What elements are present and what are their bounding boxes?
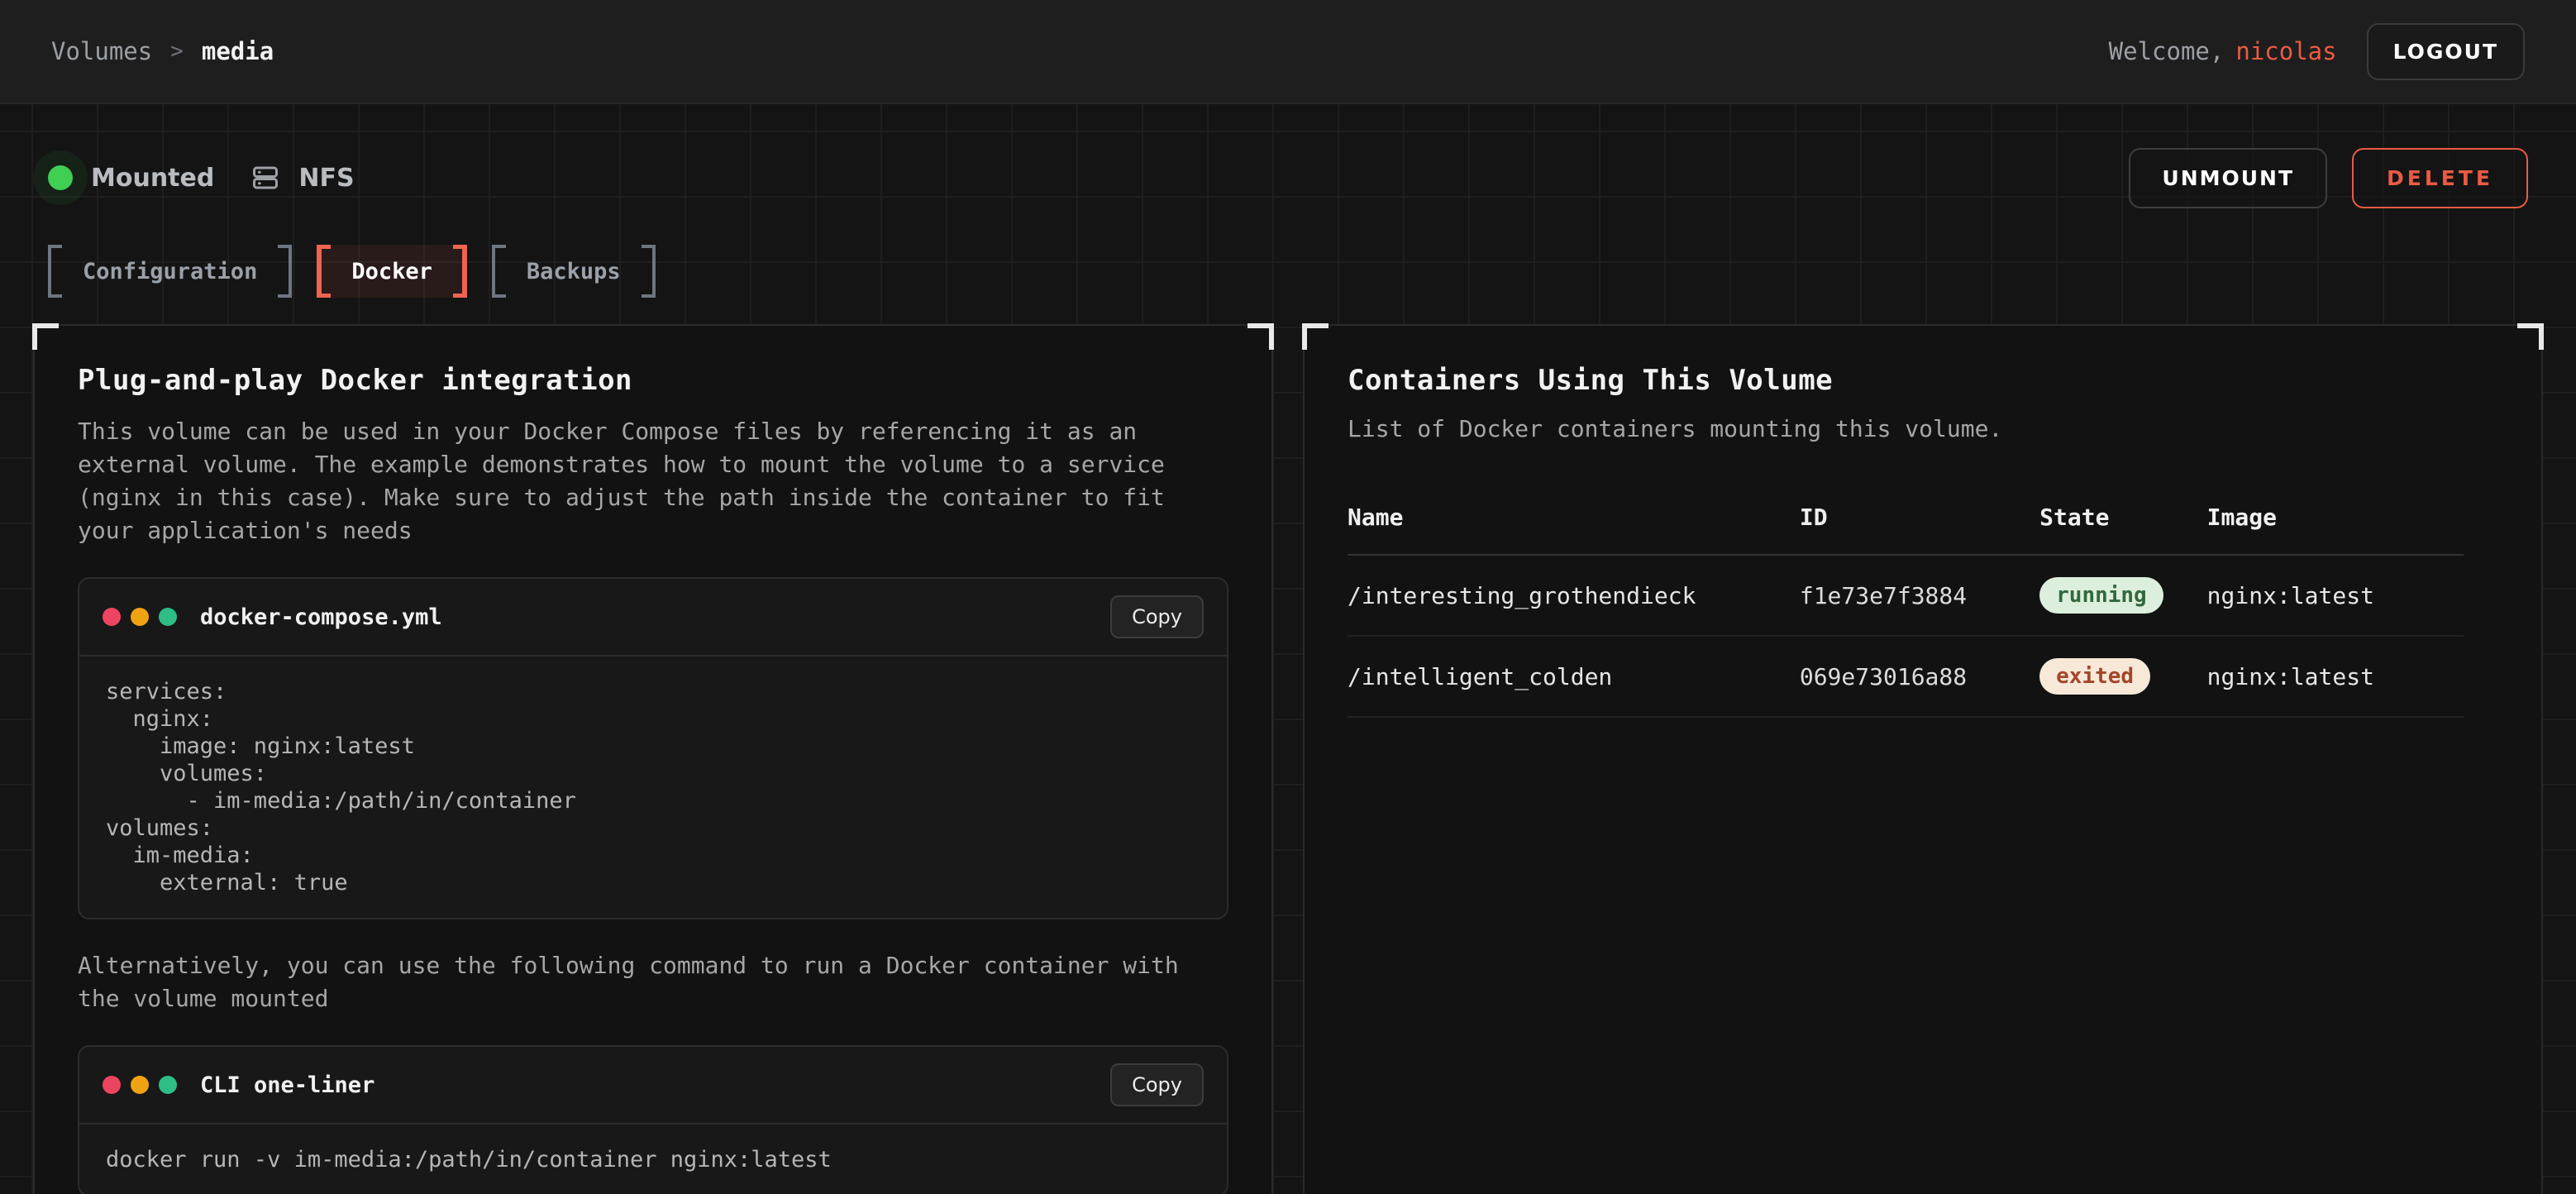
- bracket-left-icon: [317, 245, 331, 298]
- tab-docker-label: Docker: [351, 259, 432, 284]
- col-header-state: State: [2039, 504, 2207, 531]
- col-header-name: Name: [1348, 504, 1800, 531]
- delete-button[interactable]: DELETE: [2352, 148, 2528, 208]
- corner-bracket-icon: [2517, 323, 2544, 350]
- cli-title: CLI one-liner: [200, 1072, 1110, 1098]
- container-image: nginx:latest: [2207, 582, 2464, 609]
- bracket-left-icon: [492, 245, 506, 298]
- table-header-row: Name ID State Image: [1348, 490, 2464, 556]
- containers-table: Name ID State Image /interesting_grothen…: [1348, 490, 2464, 718]
- tab-configuration[interactable]: Configuration: [48, 245, 292, 298]
- mounted-status-label: Mounted: [91, 164, 214, 193]
- container-name: /intelligent_colden: [1348, 663, 1800, 690]
- logout-button[interactable]: LOGOUT: [2367, 23, 2525, 80]
- corner-bracket-icon: [1247, 323, 1274, 350]
- tab-bar: Configuration Docker Backups: [48, 245, 2543, 298]
- container-name: /interesting_grothendieck: [1348, 582, 1800, 609]
- corner-bracket-icon: [32, 323, 59, 350]
- col-header-image: Image: [2207, 504, 2464, 531]
- volume-type: NFS: [250, 163, 354, 193]
- username: nicolas: [2235, 37, 2336, 65]
- status-badge: running: [2039, 577, 2163, 614]
- corner-bracket-icon: [1302, 323, 1329, 350]
- top-bar: Volumes > media Welcome,nicolas LOGOUT: [0, 0, 2576, 104]
- tab-backups[interactable]: Backups: [492, 245, 656, 298]
- volume-type-label: NFS: [298, 164, 354, 193]
- container-id: 069e73016a88: [1800, 663, 2039, 690]
- bracket-right-icon: [278, 245, 292, 298]
- unmount-button[interactable]: UNMOUNT: [2129, 148, 2327, 208]
- bracket-right-icon: [453, 245, 467, 298]
- tab-docker[interactable]: Docker: [317, 245, 467, 298]
- breadcrumb-current-volume: media: [202, 37, 274, 65]
- bracket-right-icon: [642, 245, 656, 298]
- mounted-status: Mounted: [48, 164, 214, 193]
- container-id: f1e73e7f3884: [1800, 582, 2039, 609]
- breadcrumb-volumes-link[interactable]: Volumes: [51, 37, 152, 65]
- copy-cli-button[interactable]: Copy: [1110, 1063, 1204, 1106]
- mounted-status-dot-icon: [48, 165, 73, 190]
- main-content: Mounted NFS UNMOUNT DELETE Configuration: [0, 104, 2576, 1194]
- breadcrumb: Volumes > media: [51, 37, 274, 65]
- compose-code: services: nginx: image: nginx:latest vol…: [79, 657, 1227, 918]
- window-dots-icon: [103, 608, 177, 626]
- table-row: /interesting_grothendieck f1e73e7f3884 r…: [1348, 556, 2464, 637]
- tab-backups-label: Backups: [527, 259, 621, 284]
- server-stack-icon: [250, 163, 280, 193]
- compose-code-block: docker-compose.yml Copy services: nginx:…: [78, 577, 1228, 919]
- chevron-right-icon: >: [170, 39, 184, 64]
- compose-filename: docker-compose.yml: [200, 604, 1110, 630]
- docker-panel-title: Plug-and-play Docker integration: [78, 364, 1228, 397]
- docker-integration-panel: Plug-and-play Docker integration This vo…: [33, 324, 1273, 1194]
- copy-compose-button[interactable]: Copy: [1110, 595, 1204, 638]
- col-header-id: ID: [1800, 504, 2039, 531]
- status-badge: exited: [2039, 658, 2150, 695]
- bracket-left-icon: [48, 245, 62, 298]
- cli-code: docker run -v im-media:/path/in/containe…: [79, 1125, 1227, 1194]
- table-row: /intelligent_colden 069e73016a88 exited …: [1348, 637, 2464, 718]
- volume-status-row: Mounted NFS UNMOUNT DELETE: [33, 104, 2543, 208]
- cli-intro-text: Alternatively, you can use the following…: [78, 949, 1228, 1015]
- containers-panel-title: Containers Using This Volume: [1348, 364, 2498, 397]
- tab-configuration-label: Configuration: [83, 259, 257, 284]
- container-image: nginx:latest: [2207, 663, 2464, 690]
- window-dots-icon: [103, 1076, 177, 1094]
- containers-panel-subtitle: List of Docker containers mounting this …: [1348, 415, 2498, 442]
- docker-panel-description: This volume can be used in your Docker C…: [78, 415, 1228, 547]
- containers-panel: Containers Using This Volume List of Doc…: [1303, 324, 2543, 1194]
- cli-code-block: CLI one-liner Copy docker run -v im-medi…: [78, 1045, 1228, 1194]
- welcome-text: Welcome,nicolas: [2109, 37, 2337, 65]
